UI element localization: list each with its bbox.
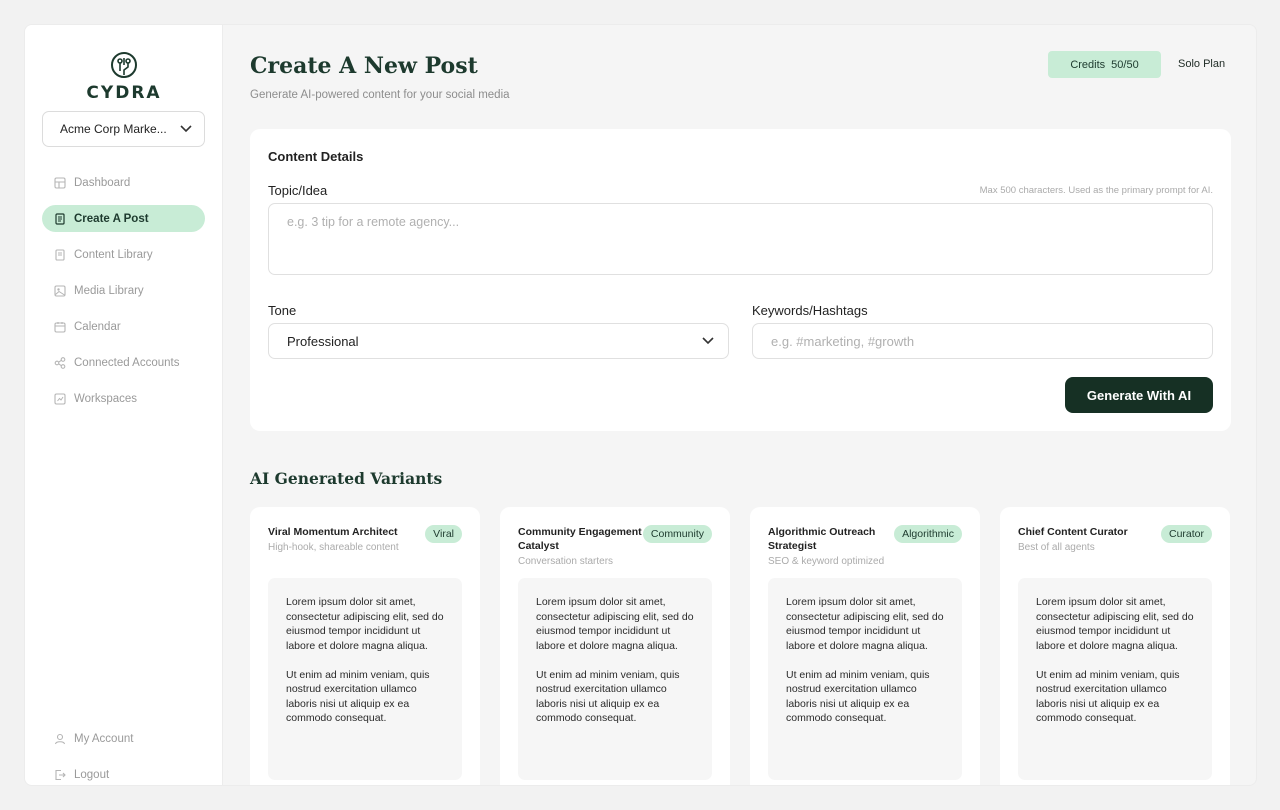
variant-card-community[interactable]: Community Engagement Catalyst Conversati… [500,507,730,785]
sidebar-item-label: Connected Accounts [74,356,180,369]
dashboard-icon [54,176,66,189]
sidebar-item-label: Workspaces [74,392,138,405]
page-title: Create A New Post [250,53,478,79]
variant-card-algorithmic[interactable]: Algorithmic Outreach Strategist SEO & ke… [750,507,980,785]
sidebar-item-calendar[interactable]: Calendar [42,313,205,340]
sidebar-item-create-post[interactable]: Create A Post [42,205,205,232]
share-icon [54,356,66,369]
sidebar-item-media-library[interactable]: Media Library [42,277,205,304]
card-title: Content Details [268,149,364,164]
logout-icon [54,769,66,781]
keywords-input[interactable]: e.g. #marketing, #growth [752,323,1213,359]
sidebar-item-dashboard[interactable]: Dashboard [42,169,205,196]
sidebar-item-label: Dashboard [74,176,131,189]
variant-content: Lorem ipsum dolor sit amet, consectetur … [768,578,962,780]
topic-hint: Max 500 characters. Used as the primary … [979,185,1213,196]
generate-with-ai-button[interactable]: Generate With AI [1065,377,1213,413]
variant-name: Viral Momentum Architect [268,526,398,538]
workspace-icon [54,392,66,405]
variant-name: Chief Content Curator [1018,526,1128,538]
sidebar-item-workspaces[interactable]: Workspaces [42,385,205,412]
variant-card-viral[interactable]: Viral Momentum Architect High-hook, shar… [250,507,480,785]
credits-badge: Credits 50/50 [1048,51,1161,78]
library-icon [54,248,66,261]
variant-paragraph: Ut enim ad minim veniam, quis nostrud ex… [286,668,430,725]
sidebar-bottom-nav: My Account Logout [42,725,205,785]
tone-label: Tone [268,303,297,318]
variant-paragraph: Lorem ipsum dolor sit amet, consectetur … [1036,596,1194,652]
topic-textarea[interactable]: e.g. 3 tip for a remote agency... [268,203,1213,275]
content-details-card: Content Details Topic/Idea Max 500 chara… [250,129,1231,431]
image-icon [54,284,66,297]
sidebar-nav: Dashboard Create A Post Content Library … [42,169,205,421]
variant-content: Lorem ipsum dolor sit amet, consectetur … [1018,578,1212,780]
sidebar-item-label: Content Library [74,248,153,261]
variant-subtitle: Best of all agents [1018,542,1095,553]
sidebar-item-label: Calendar [74,320,121,333]
variants-title: AI Generated Variants [250,469,443,488]
tone-value: Professional [287,333,359,349]
variant-subtitle: High-hook, shareable content [268,542,399,553]
variant-paragraph: Lorem ipsum dolor sit amet, consectetur … [786,596,944,652]
credits-label: Credits [1070,58,1106,71]
variant-tag: Algorithmic [894,525,962,543]
logo: CYDRA [25,51,223,103]
document-icon [54,212,66,225]
user-icon [54,733,66,745]
tone-select[interactable]: Professional [268,323,729,359]
variant-name: Algorithmic Outreach Strategist [768,526,876,552]
topic-label: Topic/Idea [268,183,328,198]
credits-value: 50/50 [1111,58,1139,71]
variant-paragraph: Lorem ipsum dolor sit amet, consectetur … [286,596,444,652]
variant-card-curator[interactable]: Chief Content Curator Best of all agents… [1000,507,1230,785]
calendar-icon [54,321,66,333]
workspace-dropdown[interactable]: Acme Corp Marke... [42,111,205,147]
cydra-logo-icon [111,52,137,78]
page-subtitle: Generate AI-powered content for your soc… [250,89,510,101]
variant-tag: Curator [1160,525,1212,543]
sidebar-item-my-account[interactable]: My Account [42,725,205,752]
sidebar-item-label: Create A Post [74,212,149,225]
main-content: Create A New Post Generate AI-powered co… [223,25,1256,785]
variant-subtitle: Conversation starters [518,556,614,567]
workspace-name: Acme Corp Marke... [60,122,167,136]
variant-paragraph: Lorem ipsum dolor sit amet, consectetur … [536,596,694,652]
variant-paragraph: Ut enim ad minim veniam, quis nostrud ex… [536,668,680,725]
plan-label: Solo Plan [1178,58,1226,70]
brand-name: CYDRA [86,83,162,103]
variant-content: Lorem ipsum dolor sit amet, consectetur … [518,578,712,780]
variant-content: Lorem ipsum dolor sit amet, consectetur … [268,578,462,780]
chevron-down-icon [702,337,714,345]
app-window: CYDRA Acme Corp Marke... Dashboard Creat… [24,24,1257,786]
variant-tag: Community [642,525,712,543]
chevron-down-icon [180,125,192,133]
sidebar-item-logout[interactable]: Logout [42,761,205,785]
variant-tag: Viral [425,525,462,543]
sidebar-item-connected-accounts[interactable]: Connected Accounts [42,349,205,376]
sidebar-item-label: My Account [74,732,134,745]
variant-subtitle: SEO & keyword optimized [768,556,885,567]
sidebar: CYDRA Acme Corp Marke... Dashboard Creat… [25,25,223,785]
keywords-label: Keywords/Hashtags [752,303,868,318]
sidebar-item-label: Logout [74,768,110,781]
sidebar-item-label: Media Library [74,284,144,297]
variant-paragraph: Ut enim ad minim veniam, quis nostrud ex… [786,668,930,725]
sidebar-item-content-library[interactable]: Content Library [42,241,205,268]
variant-paragraph: Ut enim ad minim veniam, quis nostrud ex… [1036,668,1180,725]
